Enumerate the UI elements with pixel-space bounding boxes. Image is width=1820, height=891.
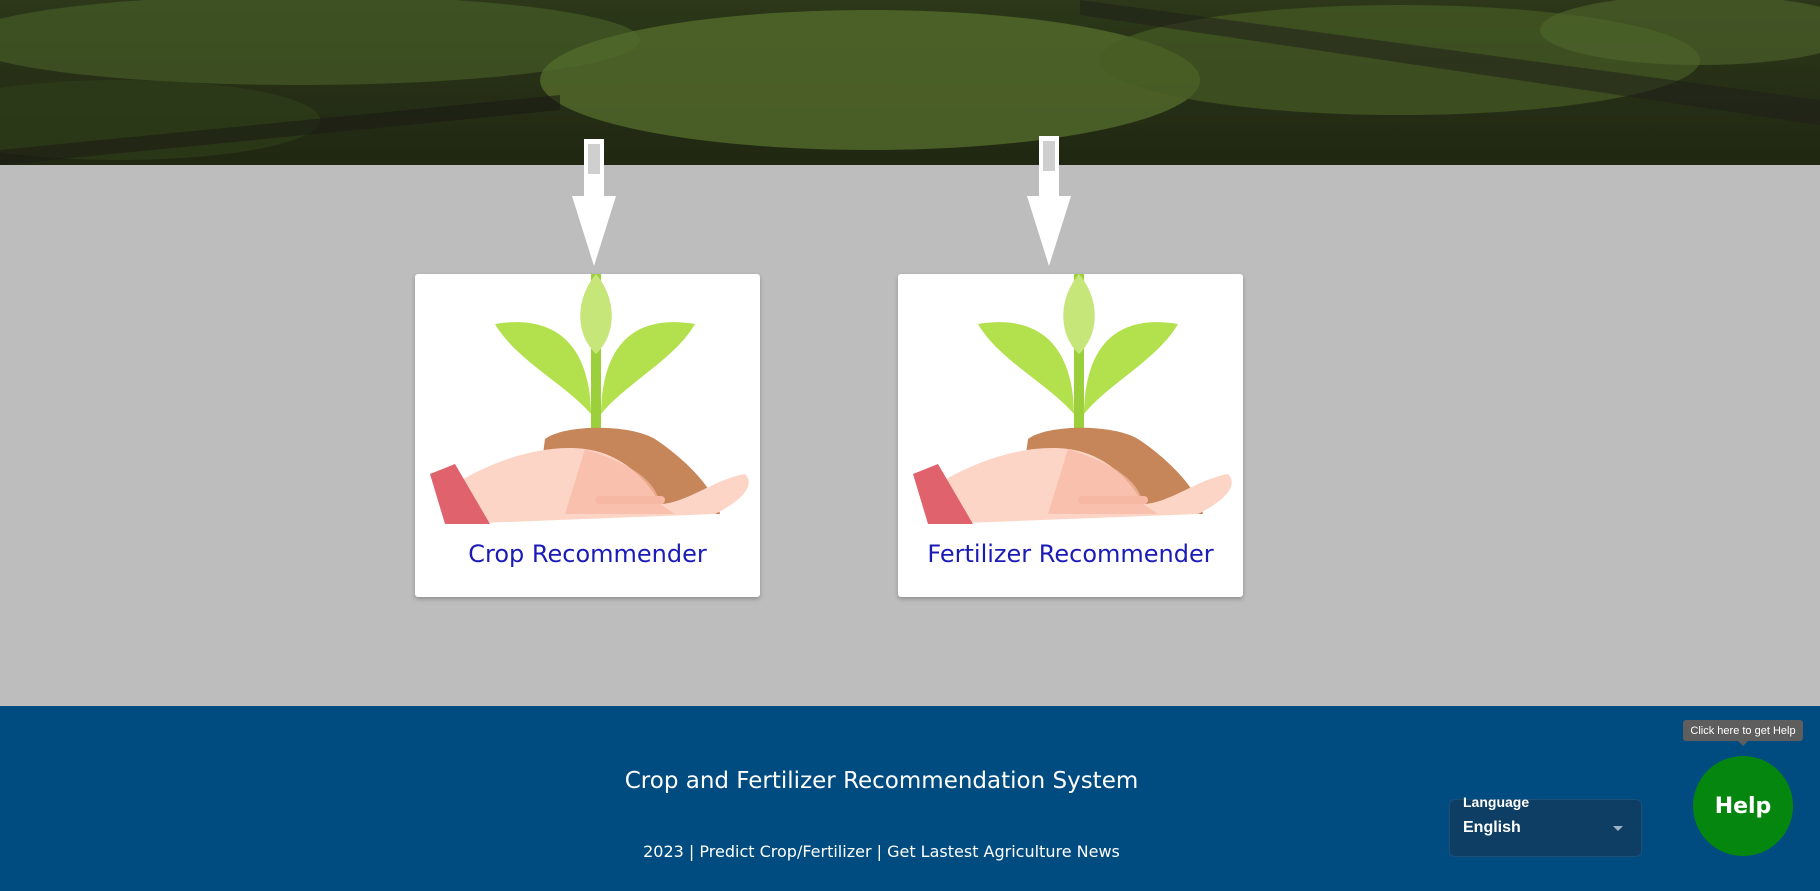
hero-banner-image [0, 0, 1820, 165]
crop-recommender-card[interactable]: Crop Recommender [415, 274, 760, 597]
down-arrow-icon [572, 139, 616, 266]
language-select[interactable]: Language English [1449, 794, 1642, 857]
card-title: Fertilizer Recommender [927, 540, 1214, 568]
plant-in-hand-icon [430, 274, 749, 524]
language-label: Language [1463, 794, 1530, 810]
chevron-down-icon [1613, 826, 1623, 831]
plant-in-hand-icon [913, 274, 1232, 524]
help-button[interactable]: Help [1693, 756, 1793, 856]
card-title: Crop Recommender [468, 540, 707, 568]
help-tooltip: Click here to get Help [1683, 720, 1803, 746]
down-arrow-icon [1027, 136, 1071, 266]
footer-title: Crop and Fertilizer Recommendation Syste… [624, 768, 1139, 794]
language-value: English [1463, 819, 1521, 836]
fertilizer-recommender-card[interactable]: Fertilizer Recommender [898, 274, 1243, 597]
